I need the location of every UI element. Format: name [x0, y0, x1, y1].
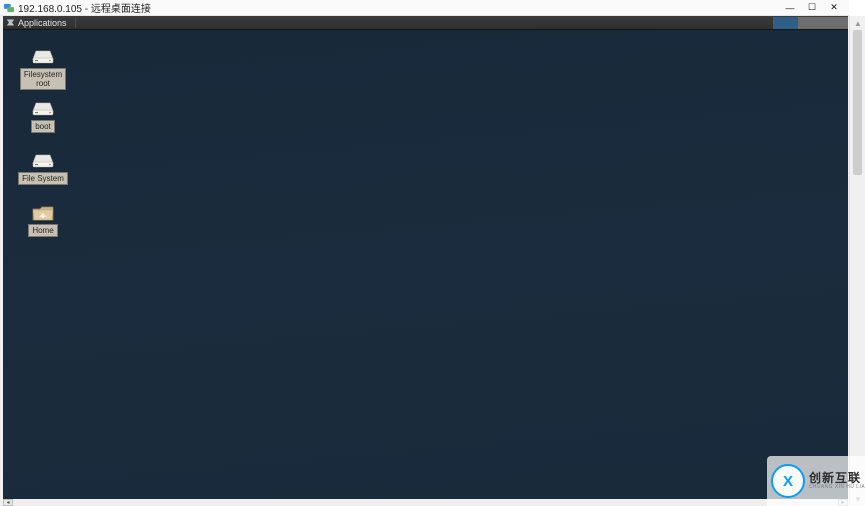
drive-icon [30, 100, 56, 118]
window-title: 192.168.0.105 - 远程桌面连接 [18, 0, 151, 15]
remote-desktop-window: Applications Filesystemroot boot File Syst… [3, 16, 848, 500]
panel-separator [75, 18, 77, 28]
watermark-logo-icon: X [771, 464, 805, 498]
desktop-icon-fs-root[interactable]: Filesystemroot [14, 48, 72, 90]
desktop-icon-label: File System [18, 172, 68, 185]
panel-tray-active[interactable] [773, 17, 798, 29]
window-close-button[interactable]: ✕ [823, 1, 845, 15]
panel-tray-inactive[interactable] [798, 17, 848, 29]
drive-icon [30, 152, 56, 170]
panel-left: Applications [4, 16, 80, 30]
drive-icon [30, 48, 56, 66]
desktop-icon-label: boot [31, 120, 55, 133]
watermark-overlay: X 创新互联 CHUANG XIN HU LIAN [767, 456, 865, 506]
desktop-icon-label: Filesystemroot [20, 68, 66, 90]
watermark-en: CHUANG XIN HU LIAN [809, 485, 865, 490]
desktop-icon-filesystem[interactable]: File System [14, 152, 72, 185]
outer-vertical-scrollbar[interactable]: ▲ ▼ [849, 16, 865, 506]
rdp-app-icon [4, 3, 14, 13]
desktop-icon-boot[interactable]: boot [14, 100, 72, 133]
window-titlebar[interactable]: 192.168.0.105 - 远程桌面连接 — ☐ ✕ [0, 0, 849, 16]
folder-icon [30, 204, 56, 222]
scroll-track[interactable] [850, 30, 865, 492]
panel-right-tray [773, 17, 848, 29]
scroll-up-button[interactable]: ▲ [850, 16, 865, 30]
applications-menu[interactable]: Applications [18, 16, 72, 30]
window-controls: — ☐ ✕ [779, 1, 845, 15]
remote-desktop-surface[interactable]: Filesystemroot boot File System Home [3, 30, 848, 500]
scroll-thumb[interactable] [853, 30, 862, 175]
outer-horizontal-scrollbar[interactable]: ◂ ▸ [3, 499, 848, 506]
window-maximize-button[interactable]: ☐ [801, 1, 823, 15]
desktop-icon-label: Home [28, 224, 57, 237]
remote-top-panel: Applications [3, 16, 848, 30]
desktop-icon-home[interactable]: Home [14, 204, 72, 237]
hscroll-track[interactable] [13, 499, 838, 506]
applications-menu-icon [6, 18, 15, 27]
hscroll-left-button[interactable]: ◂ [3, 499, 13, 506]
window-minimize-button[interactable]: — [779, 1, 801, 15]
watermark-text: 创新互联 CHUANG XIN HU LIAN [809, 472, 865, 490]
rdp-canvas: Applications Filesystemroot boot File Syst… [0, 16, 849, 506]
